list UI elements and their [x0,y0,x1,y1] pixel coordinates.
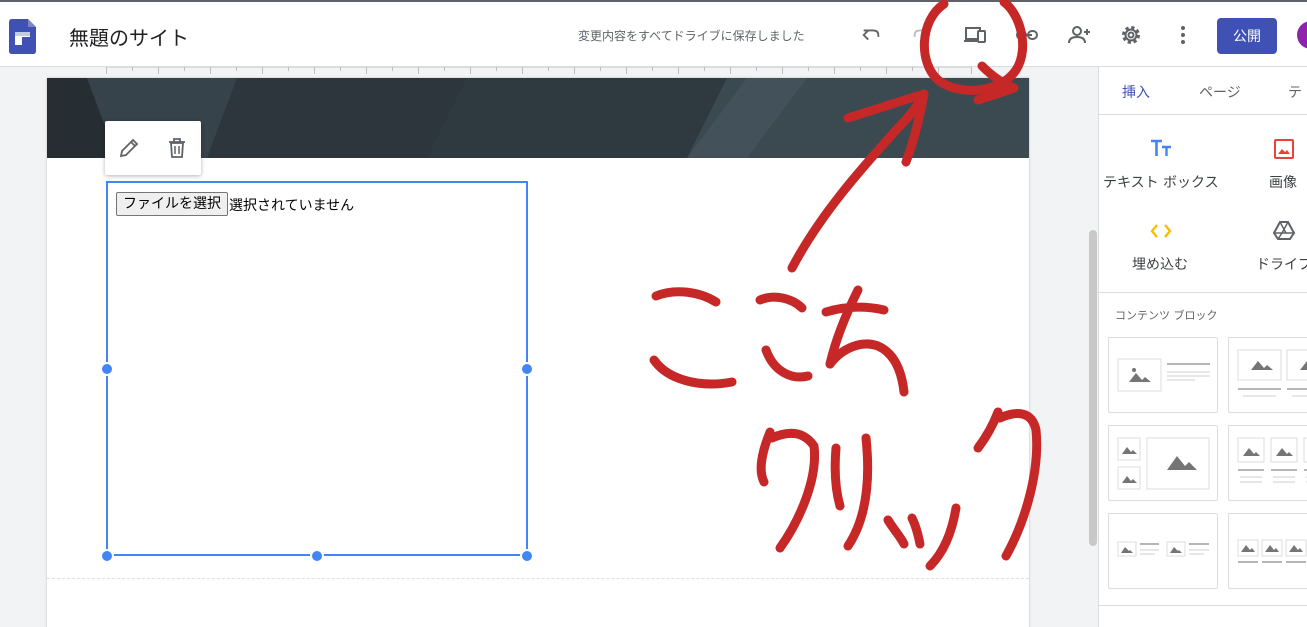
choose-file-button[interactable]: ファイルを選択 [116,192,228,216]
content-block-image-text[interactable] [1108,337,1218,413]
content-blocks-divider [1099,605,1307,606]
tabs-divider [1099,114,1307,115]
save-status-text: 変更内容をすべてドライブに保存しました [578,29,805,43]
google-sites-logo-icon[interactable] [9,19,36,54]
resize-handle-left[interactable] [100,362,114,376]
canvas-scrollbar[interactable] [1089,230,1097,546]
link-icon[interactable] [1013,21,1041,49]
settings-gear-icon[interactable] [1117,21,1145,49]
file-status-text: 選択されていません [229,198,355,214]
content-blocks-heading: コンテンツ ブロック [1115,309,1218,322]
tab-themes[interactable]: テ [1288,82,1302,102]
text-box-icon[interactable] [1149,137,1173,161]
horizontal-ruler [106,67,972,74]
content-block-two-images[interactable] [1228,337,1307,413]
layout-thumbnail-icon [1237,349,1307,397]
resize-handle-right[interactable] [520,362,534,376]
delete-trash-icon[interactable] [165,136,189,160]
site-title[interactable]: 無題のサイト [69,22,189,51]
share-person-add-icon[interactable] [1065,21,1093,49]
tab-insert[interactable]: 挿入 [1122,82,1150,102]
insert-divider [1099,292,1307,293]
section-divider [47,578,1029,579]
tab-pages[interactable]: ページ [1199,82,1241,102]
image-floating-toolbar [105,121,201,175]
resize-handle-bottom-right[interactable] [520,549,534,563]
insert-text-box[interactable]: テキスト ボックス [1103,172,1219,192]
drive-icon[interactable] [1272,219,1296,243]
undo-icon[interactable] [857,21,885,49]
embed-code-icon[interactable] [1149,219,1173,243]
content-block-image-grid[interactable] [1108,425,1218,501]
insert-image[interactable]: 画像 [1269,172,1297,192]
redo-icon[interactable] [908,21,936,49]
layout-thumbnail-icon [1117,358,1210,392]
avatar[interactable] [1297,21,1307,49]
content-block-three-images[interactable] [1228,425,1307,501]
image-icon[interactable] [1272,137,1296,161]
preview-devices-icon[interactable] [961,21,989,49]
right-side-panel: 挿入 ページ テ テキスト ボックス 画像 埋め込む ドライブ コンテンツ ブロ… [1098,67,1307,627]
content-block-three-image-row[interactable] [1228,513,1307,589]
insert-drive[interactable]: ドライブ [1256,254,1307,274]
image-placeholder-selected[interactable]: ファイルを選択 選択されていません [106,181,528,556]
top-app-bar: 無題のサイト 変更内容をすべてドライブに保存しました 公開 [0,0,1307,67]
layout-thumbnail-icon [1117,437,1210,490]
layout-thumbnail-icon [1237,437,1307,483]
resize-handle-bottom[interactable] [310,549,324,563]
more-vert-icon[interactable] [1169,21,1197,49]
edit-pencil-icon[interactable] [117,136,141,160]
resize-handle-bottom-left[interactable] [100,549,114,563]
content-block-two-image-text[interactable] [1108,513,1218,589]
layout-thumbnail-icon [1237,539,1307,563]
publish-button[interactable]: 公開 [1217,18,1277,54]
insert-embed[interactable]: 埋め込む [1132,254,1188,274]
layout-thumbnail-icon [1117,541,1209,557]
